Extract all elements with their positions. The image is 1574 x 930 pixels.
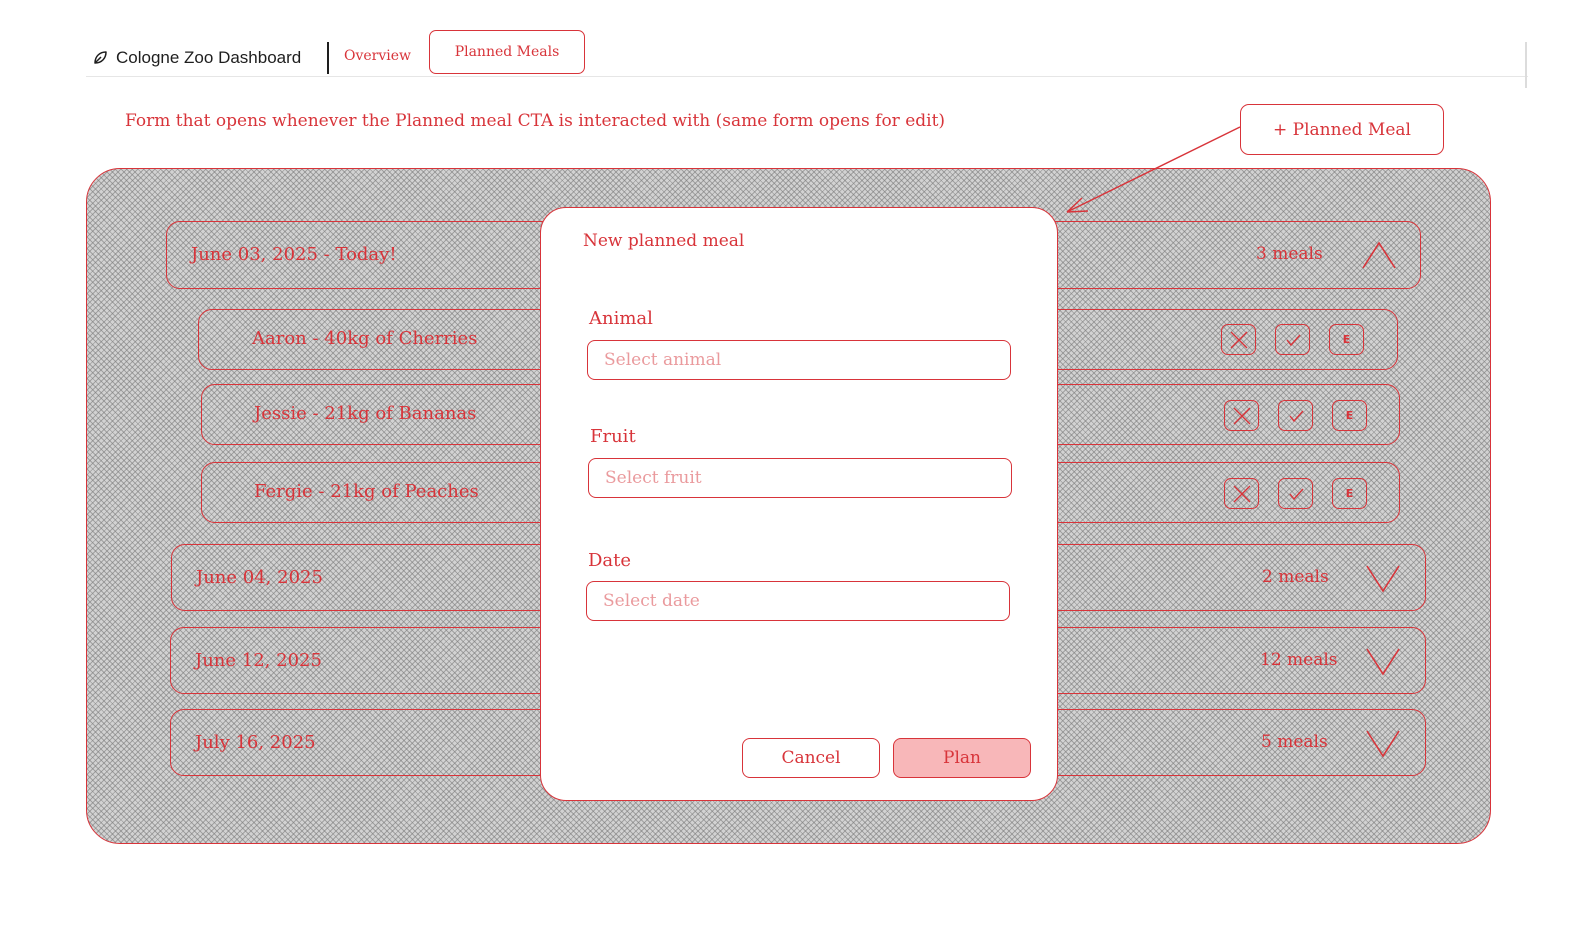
modal-title: New planned meal bbox=[583, 231, 745, 251]
meal-label: Aaron - 40kg of Cherries bbox=[252, 328, 478, 349]
meal-label: Fergie - 21kg of Peaches bbox=[254, 481, 479, 502]
day-date: June 04, 2025 bbox=[196, 567, 323, 588]
meal-actions: E bbox=[1224, 400, 1367, 431]
close-icon bbox=[1233, 485, 1250, 502]
new-planned-meal-modal: New planned meal Animal Fruit Date Cance… bbox=[540, 207, 1058, 801]
day-meal-count: 3 meals bbox=[1256, 244, 1323, 264]
cancel-button[interactable]: Cancel bbox=[742, 738, 880, 778]
check-icon bbox=[1288, 488, 1304, 500]
close-icon bbox=[1230, 331, 1247, 348]
meal-label: Jessie - 21kg of Bananas bbox=[254, 403, 477, 424]
day-meal-count: 2 meals bbox=[1262, 567, 1329, 587]
top-nav: Cologne Zoo Dashboard Overview Planned M… bbox=[86, 30, 1528, 77]
complete-meal-button[interactable] bbox=[1275, 324, 1310, 355]
chevron-down-icon[interactable] bbox=[1365, 728, 1401, 758]
tab-overview[interactable]: Overview bbox=[344, 48, 411, 64]
edit-meal-button[interactable]: E bbox=[1329, 324, 1364, 355]
day-date: June 03, 2025 - Today! bbox=[191, 244, 397, 265]
fruit-label: Fruit bbox=[590, 426, 636, 447]
delete-meal-button[interactable] bbox=[1224, 478, 1259, 509]
annotation-note: Form that opens whenever the Planned mea… bbox=[125, 111, 946, 131]
edit-meal-button[interactable]: E bbox=[1332, 400, 1367, 431]
meal-actions: E bbox=[1221, 324, 1364, 355]
day-meal-count: 12 meals bbox=[1260, 650, 1338, 670]
check-icon bbox=[1288, 410, 1304, 422]
edit-icon: E bbox=[1345, 409, 1354, 422]
plan-button[interactable]: Plan bbox=[893, 738, 1031, 778]
date-picker[interactable] bbox=[586, 581, 1010, 621]
edit-meal-button[interactable]: E bbox=[1332, 478, 1367, 509]
brand-title: Cologne Zoo Dashboard bbox=[116, 48, 302, 67]
brand: Cologne Zoo Dashboard bbox=[92, 46, 301, 70]
delete-meal-button[interactable] bbox=[1221, 324, 1256, 355]
tab-planned-meals[interactable]: Planned Meals bbox=[429, 30, 585, 74]
delete-meal-button[interactable] bbox=[1224, 400, 1259, 431]
complete-meal-button[interactable] bbox=[1278, 400, 1313, 431]
day-date: June 12, 2025 bbox=[195, 650, 322, 671]
edit-icon: E bbox=[1345, 487, 1354, 500]
animal-label: Animal bbox=[589, 308, 653, 329]
leaf-icon bbox=[94, 51, 107, 64]
page-edge-rule bbox=[1525, 42, 1527, 88]
meal-actions: E bbox=[1224, 478, 1367, 509]
fruit-select[interactable] bbox=[588, 458, 1012, 498]
check-icon bbox=[1285, 334, 1301, 346]
chevron-up-icon[interactable] bbox=[1361, 240, 1397, 270]
animal-select[interactable] bbox=[587, 340, 1011, 380]
nav-divider bbox=[327, 42, 329, 74]
date-label: Date bbox=[588, 550, 632, 571]
add-planned-meal-button[interactable]: + Planned Meal bbox=[1240, 104, 1444, 155]
chevron-down-icon[interactable] bbox=[1365, 563, 1401, 593]
chevron-down-icon[interactable] bbox=[1365, 646, 1401, 676]
close-icon bbox=[1233, 407, 1250, 424]
day-meal-count: 5 meals bbox=[1261, 732, 1328, 752]
complete-meal-button[interactable] bbox=[1278, 478, 1313, 509]
day-date: July 16, 2025 bbox=[195, 732, 316, 753]
edit-icon: E bbox=[1342, 333, 1351, 346]
